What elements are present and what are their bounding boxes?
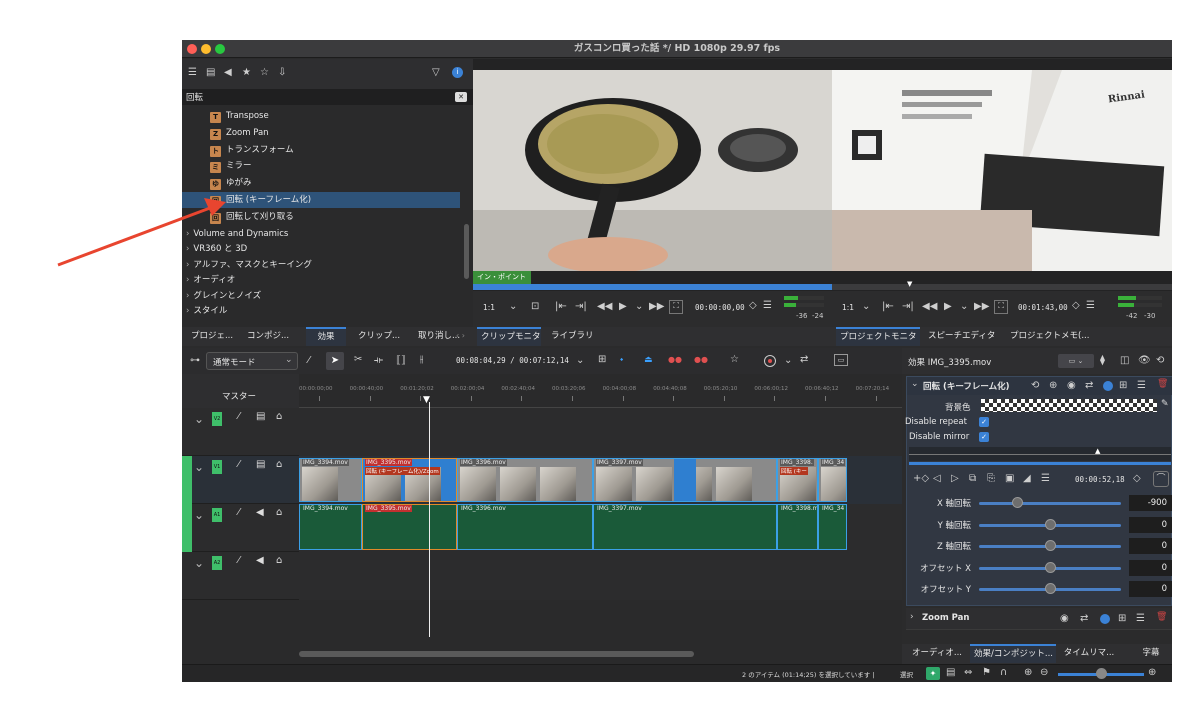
annotation-arrow bbox=[57, 198, 226, 267]
